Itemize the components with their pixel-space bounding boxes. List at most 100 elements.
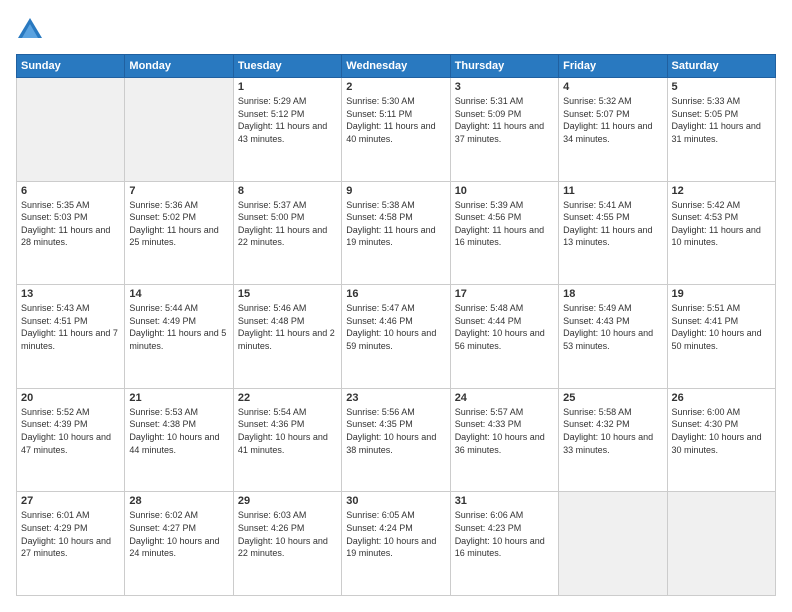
- calendar-cell: 2 Sunrise: 5:30 AM Sunset: 5:11 PM Daylig…: [342, 78, 450, 182]
- calendar-cell: 26 Sunrise: 6:00 AM Sunset: 4:30 PM Dayli…: [667, 388, 775, 492]
- day-number: 4: [563, 81, 662, 93]
- day-info: Sunrise: 5:38 AM Sunset: 4:58 PM Dayligh…: [346, 199, 445, 249]
- week-row-3: 13 Sunrise: 5:43 AM Sunset: 4:51 PM Dayli…: [17, 285, 776, 389]
- weekday-thursday: Thursday: [450, 55, 558, 78]
- day-info: Sunrise: 6:02 AM Sunset: 4:27 PM Dayligh…: [129, 509, 228, 559]
- calendar-cell: 25 Sunrise: 5:58 AM Sunset: 4:32 PM Dayli…: [559, 388, 667, 492]
- day-number: 18: [563, 288, 662, 300]
- day-number: 31: [455, 495, 554, 507]
- week-row-1: 1 Sunrise: 5:29 AM Sunset: 5:12 PM Daylig…: [17, 78, 776, 182]
- day-number: 19: [672, 288, 771, 300]
- day-info: Sunrise: 5:39 AM Sunset: 4:56 PM Dayligh…: [455, 199, 554, 249]
- day-info: Sunrise: 5:36 AM Sunset: 5:02 PM Dayligh…: [129, 199, 228, 249]
- calendar-cell: 9Sunrise: 5:38 AM Sunset: 4:58 PM Daylig…: [342, 181, 450, 285]
- day-number: 17: [455, 288, 554, 300]
- calendar-cell: 1 Sunrise: 5:29 AM Sunset: 5:12 PM Daylig…: [233, 78, 341, 182]
- day-number: 7: [129, 185, 228, 197]
- day-number: 29: [238, 495, 337, 507]
- day-number: 8: [238, 185, 337, 197]
- day-number: 6: [21, 185, 120, 197]
- calendar-cell: 13 Sunrise: 5:43 AM Sunset: 4:51 PM Dayli…: [17, 285, 125, 389]
- calendar-cell: 6 Sunrise: 5:35 AM Sunset: 5:03 PM Daylig…: [17, 181, 125, 285]
- day-info: Sunrise: 5:37 AM Sunset: 5:00 PM Dayligh…: [238, 199, 337, 249]
- calendar-cell: 23 Sunrise: 5:56 AM Sunset: 4:35 PM Dayli…: [342, 388, 450, 492]
- day-number: 28: [129, 495, 228, 507]
- weekday-wednesday: Wednesday: [342, 55, 450, 78]
- day-number: 1: [238, 81, 337, 93]
- day-number: 24: [455, 392, 554, 404]
- weekday-sunday: Sunday: [17, 55, 125, 78]
- calendar-cell: 12 Sunrise: 5:42 AM Sunset: 4:53 PM Dayli…: [667, 181, 775, 285]
- day-info: Sunrise: 5:30 AM Sunset: 5:11 PM Dayligh…: [346, 95, 445, 145]
- week-row-2: 6 Sunrise: 5:35 AM Sunset: 5:03 PM Daylig…: [17, 181, 776, 285]
- day-number: 15: [238, 288, 337, 300]
- day-info: Sunrise: 5:53 AM Sunset: 4:38 PM Dayligh…: [129, 406, 228, 456]
- day-info: Sunrise: 6:00 AM Sunset: 4:30 PM Dayligh…: [672, 406, 771, 456]
- calendar-cell: 14 Sunrise: 5:44 AM Sunset: 4:49 PM Dayli…: [125, 285, 233, 389]
- day-info: Sunrise: 5:41 AM Sunset: 4:55 PM Dayligh…: [563, 199, 662, 249]
- calendar-cell: 17 Sunrise: 5:48 AM Sunset: 4:44 PM Dayli…: [450, 285, 558, 389]
- day-info: Sunrise: 5:58 AM Sunset: 4:32 PM Dayligh…: [563, 406, 662, 456]
- weekday-header-row: SundayMondayTuesdayWednesdayThursdayFrid…: [17, 55, 776, 78]
- day-number: 2: [346, 81, 445, 93]
- day-number: 16: [346, 288, 445, 300]
- calendar-cell: 5 Sunrise: 5:33 AM Sunset: 5:05 PM Daylig…: [667, 78, 775, 182]
- calendar-cell: 11 Sunrise: 5:41 AM Sunset: 4:55 PM Dayli…: [559, 181, 667, 285]
- calendar-cell: 16 Sunrise: 5:47 AM Sunset: 4:46 PM Dayli…: [342, 285, 450, 389]
- day-info: Sunrise: 5:47 AM Sunset: 4:46 PM Dayligh…: [346, 302, 445, 352]
- logo: [16, 16, 48, 44]
- day-info: Sunrise: 5:33 AM Sunset: 5:05 PM Dayligh…: [672, 95, 771, 145]
- calendar-cell: 29 Sunrise: 6:03 AM Sunset: 4:26 PM Dayli…: [233, 492, 341, 596]
- calendar-cell: 7 Sunrise: 5:36 AM Sunset: 5:02 PM Daylig…: [125, 181, 233, 285]
- day-info: Sunrise: 5:46 AM Sunset: 4:48 PM Dayligh…: [238, 302, 337, 352]
- calendar-cell: 19 Sunrise: 5:51 AM Sunset: 4:41 PM Dayli…: [667, 285, 775, 389]
- day-info: Sunrise: 5:42 AM Sunset: 4:53 PM Dayligh…: [672, 199, 771, 249]
- day-number: 14: [129, 288, 228, 300]
- day-info: Sunrise: 5:35 AM Sunset: 5:03 PM Dayligh…: [21, 199, 120, 249]
- day-number: 21: [129, 392, 228, 404]
- day-number: 5: [672, 81, 771, 93]
- day-number: 23: [346, 392, 445, 404]
- calendar-cell: 20Sunrise: 5:52 AM Sunset: 4:39 PM Dayli…: [17, 388, 125, 492]
- day-info: Sunrise: 5:43 AM Sunset: 4:51 PM Dayligh…: [21, 302, 120, 352]
- day-info: Sunrise: 5:51 AM Sunset: 4:41 PM Dayligh…: [672, 302, 771, 352]
- weekday-friday: Friday: [559, 55, 667, 78]
- day-info: Sunrise: 6:06 AM Sunset: 4:23 PM Dayligh…: [455, 509, 554, 559]
- calendar-cell: [125, 78, 233, 182]
- day-number: 10: [455, 185, 554, 197]
- calendar-cell: 4 Sunrise: 5:32 AM Sunset: 5:07 PM Daylig…: [559, 78, 667, 182]
- day-number: 26: [672, 392, 771, 404]
- calendar-cell: [559, 492, 667, 596]
- day-number: 25: [563, 392, 662, 404]
- week-row-4: 20Sunrise: 5:52 AM Sunset: 4:39 PM Dayli…: [17, 388, 776, 492]
- calendar-cell: 22Sunrise: 5:54 AM Sunset: 4:36 PM Dayli…: [233, 388, 341, 492]
- calendar-cell: 8 Sunrise: 5:37 AM Sunset: 5:00 PM Daylig…: [233, 181, 341, 285]
- day-number: 3: [455, 81, 554, 93]
- week-row-5: 27Sunrise: 6:01 AM Sunset: 4:29 PM Dayli…: [17, 492, 776, 596]
- calendar-cell: 31 Sunrise: 6:06 AM Sunset: 4:23 PM Dayli…: [450, 492, 558, 596]
- calendar-cell: 28 Sunrise: 6:02 AM Sunset: 4:27 PM Dayli…: [125, 492, 233, 596]
- calendar-cell: [667, 492, 775, 596]
- weekday-saturday: Saturday: [667, 55, 775, 78]
- day-info: Sunrise: 5:48 AM Sunset: 4:44 PM Dayligh…: [455, 302, 554, 352]
- day-number: 13: [21, 288, 120, 300]
- weekday-tuesday: Tuesday: [233, 55, 341, 78]
- day-info: Sunrise: 5:44 AM Sunset: 4:49 PM Dayligh…: [129, 302, 228, 352]
- weekday-monday: Monday: [125, 55, 233, 78]
- day-number: 22: [238, 392, 337, 404]
- day-info: Sunrise: 5:52 AM Sunset: 4:39 PM Dayligh…: [21, 406, 120, 456]
- calendar-cell: 24 Sunrise: 5:57 AM Sunset: 4:33 PM Dayli…: [450, 388, 558, 492]
- day-info: Sunrise: 5:56 AM Sunset: 4:35 PM Dayligh…: [346, 406, 445, 456]
- day-info: Sunrise: 6:05 AM Sunset: 4:24 PM Dayligh…: [346, 509, 445, 559]
- day-info: Sunrise: 5:29 AM Sunset: 5:12 PM Dayligh…: [238, 95, 337, 145]
- day-info: Sunrise: 6:03 AM Sunset: 4:26 PM Dayligh…: [238, 509, 337, 559]
- day-info: Sunrise: 5:32 AM Sunset: 5:07 PM Dayligh…: [563, 95, 662, 145]
- calendar-cell: 27Sunrise: 6:01 AM Sunset: 4:29 PM Dayli…: [17, 492, 125, 596]
- day-number: 11: [563, 185, 662, 197]
- day-info: Sunrise: 5:57 AM Sunset: 4:33 PM Dayligh…: [455, 406, 554, 456]
- calendar-cell: 18Sunrise: 5:49 AM Sunset: 4:43 PM Dayli…: [559, 285, 667, 389]
- calendar-cell: 30Sunrise: 6:05 AM Sunset: 4:24 PM Dayli…: [342, 492, 450, 596]
- page: SundayMondayTuesdayWednesdayThursdayFrid…: [0, 0, 792, 612]
- calendar-cell: [17, 78, 125, 182]
- day-number: 12: [672, 185, 771, 197]
